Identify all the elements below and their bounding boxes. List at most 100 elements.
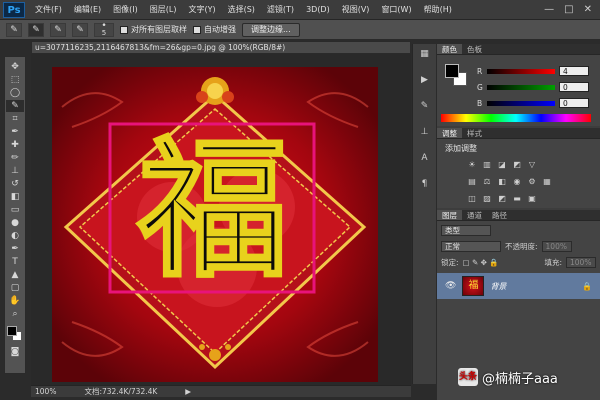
exposure-icon[interactable]: ◩ <box>512 160 522 169</box>
color-swatches[interactable] <box>6 325 24 345</box>
vibrance-icon[interactable]: ▽ <box>527 160 537 169</box>
zoom-tool-icon[interactable]: ⌕ <box>6 308 24 320</box>
crop-tool-icon[interactable]: ⌗ <box>6 113 24 125</box>
color-lookup-icon[interactable]: ▦ <box>542 177 552 186</box>
move-tool-icon[interactable]: ✥ <box>6 61 24 73</box>
tab-adjustments[interactable]: 调整 <box>437 128 462 138</box>
menu-view[interactable]: 视图(V) <box>336 4 376 15</box>
refine-edge-button[interactable]: 调整边缘... <box>242 22 300 37</box>
red-slider[interactable] <box>487 68 555 74</box>
quick-selection-tool-icon[interactable]: ✎ <box>6 100 24 112</box>
dodge-tool-icon[interactable]: ◐ <box>6 230 24 242</box>
color-balance-icon[interactable]: ⚖ <box>482 177 492 186</box>
brush-size-picker[interactable]: • 5 <box>94 21 114 37</box>
layer-filter-dropdown[interactable]: 类型 <box>441 225 491 236</box>
brush-panel-icon[interactable]: ✎ <box>418 100 432 112</box>
adjustments-panel: 调整 样式 添加调整 ☀ ▥ ◪ ◩ ▽ ▤ ⚖ ◧ ◉ ⚙ ▦ ◫ ▨ ◩ ▬… <box>437 128 600 208</box>
subtract-selection-brush-icon[interactable]: ✎ <box>72 22 88 37</box>
channel-mixer-icon[interactable]: ⚙ <box>527 177 537 186</box>
close-icon[interactable]: ✕ <box>584 4 592 15</box>
history-panel-icon[interactable]: ▦ <box>418 48 432 60</box>
tab-color[interactable]: 颜色 <box>437 44 462 54</box>
green-value-input[interactable]: 0 <box>559 82 589 92</box>
character-panel-icon[interactable]: A <box>418 152 432 164</box>
zoom-level[interactable]: 100% <box>35 387 56 396</box>
menu-3d[interactable]: 3D(D) <box>300 5 336 14</box>
levels-icon[interactable]: ▥ <box>482 160 492 169</box>
type-tool-icon[interactable]: T <box>6 256 24 268</box>
blur-tool-icon[interactable]: ● <box>6 217 24 229</box>
menu-type[interactable]: 文字(Y) <box>182 4 221 15</box>
new-selection-brush-icon[interactable]: ✎ <box>28 22 44 37</box>
restore-icon[interactable]: □ <box>564 4 573 15</box>
brightness-contrast-icon[interactable]: ☀ <box>467 160 477 169</box>
photo-filter-icon[interactable]: ◉ <box>512 177 522 186</box>
invert-icon[interactable]: ◫ <box>467 194 477 203</box>
opacity-input[interactable]: 100% <box>541 241 572 252</box>
shape-tool-icon[interactable]: ▢ <box>6 282 24 294</box>
minimize-icon[interactable]: — <box>544 4 554 15</box>
clone-source-panel-icon[interactable]: ⊥ <box>418 126 432 138</box>
eraser-tool-icon[interactable]: ◧ <box>6 191 24 203</box>
opacity-label: 不透明度: <box>505 242 538 251</box>
blend-mode-dropdown[interactable]: 正常 <box>441 241 501 252</box>
actions-panel-icon[interactable]: ▶ <box>418 74 432 86</box>
hue-saturation-icon[interactable]: ▤ <box>467 177 477 186</box>
blue-slider[interactable] <box>487 100 555 106</box>
menu-layer[interactable]: 图层(L) <box>144 4 183 15</box>
lasso-tool-icon[interactable]: ◯ <box>6 87 24 99</box>
paragraph-panel-icon[interactable]: ¶ <box>418 178 432 190</box>
color-panel-tabs: 颜色 色板 <box>437 44 600 55</box>
gradient-map-icon[interactable]: ▬ <box>512 194 522 203</box>
menu-filter[interactable]: 滤镜(T) <box>261 4 300 15</box>
document-tab[interactable]: u=3077116235,2116467813&fm=26&gp=0.jpg @… <box>31 41 411 54</box>
tab-swatches[interactable]: 色板 <box>462 44 487 54</box>
layer-name[interactable]: 背景 <box>490 281 506 292</box>
black-white-icon[interactable]: ◧ <box>497 177 507 186</box>
menu-image[interactable]: 图像(I) <box>107 4 144 15</box>
path-selection-tool-icon[interactable]: ▲ <box>6 269 24 281</box>
menu-select[interactable]: 选择(S) <box>222 4 261 15</box>
foreground-color-swatch[interactable] <box>7 326 17 336</box>
menu-window[interactable]: 窗口(W) <box>375 4 417 15</box>
clone-stamp-tool-icon[interactable]: ⊥ <box>6 165 24 177</box>
layer-filter-row: 类型 <box>441 224 596 237</box>
threshold-icon[interactable]: ◩ <box>497 194 507 203</box>
gradient-tool-icon[interactable]: ▭ <box>6 204 24 216</box>
marquee-tool-icon[interactable]: ⬚ <box>6 74 24 86</box>
menu-help[interactable]: 帮助(H) <box>418 4 458 15</box>
tool-preset-icon[interactable]: ✎ <box>6 22 22 37</box>
tab-styles[interactable]: 样式 <box>462 128 487 138</box>
sample-all-layers-checkbox[interactable]: 对所有图层取样 <box>120 24 187 35</box>
auto-enhance-checkbox[interactable]: 自动增强 <box>193 24 236 35</box>
tab-paths[interactable]: 路径 <box>487 210 512 220</box>
pen-tool-icon[interactable]: ✒ <box>6 243 24 255</box>
lock-icons[interactable]: ▢ ✎ ✥ 🔒 <box>463 258 499 267</box>
tab-layers[interactable]: 图层 <box>437 210 462 220</box>
status-arrow-icon[interactable]: ▶ <box>185 387 191 396</box>
eyedropper-tool-icon[interactable]: ✒ <box>6 126 24 138</box>
image-canvas[interactable]: 福 <box>52 67 378 382</box>
posterize-icon[interactable]: ▨ <box>482 194 492 203</box>
fill-input[interactable]: 100% <box>566 257 596 268</box>
selective-color-icon[interactable]: ▣ <box>527 194 537 203</box>
layer-row-background[interactable]: 👁 福 背景 🔒 <box>437 273 600 299</box>
eye-icon[interactable]: 👁 <box>445 281 456 291</box>
quick-mask-icon[interactable]: ◙ <box>6 346 24 358</box>
toutiao-logo: 头条 <box>458 368 478 386</box>
history-brush-tool-icon[interactable]: ↺ <box>6 178 24 190</box>
add-selection-brush-icon[interactable]: ✎ <box>50 22 66 37</box>
curves-icon[interactable]: ◪ <box>497 160 507 169</box>
blue-value-input[interactable]: 0 <box>559 98 589 108</box>
healing-brush-tool-icon[interactable]: ✚ <box>6 139 24 151</box>
menu-file[interactable]: 文件(F) <box>29 4 68 15</box>
checkbox-label: 对所有图层取样 <box>131 25 187 34</box>
tab-channels[interactable]: 通道 <box>462 210 487 220</box>
panel-fg-swatch[interactable] <box>445 64 459 78</box>
menu-edit[interactable]: 编辑(E) <box>68 4 107 15</box>
red-value-input[interactable]: 4 <box>559 66 589 76</box>
hand-tool-icon[interactable]: ✋ <box>6 295 24 307</box>
color-spectrum-bar[interactable] <box>441 114 591 122</box>
green-slider[interactable] <box>487 84 555 90</box>
brush-tool-icon[interactable]: ✏ <box>6 152 24 164</box>
